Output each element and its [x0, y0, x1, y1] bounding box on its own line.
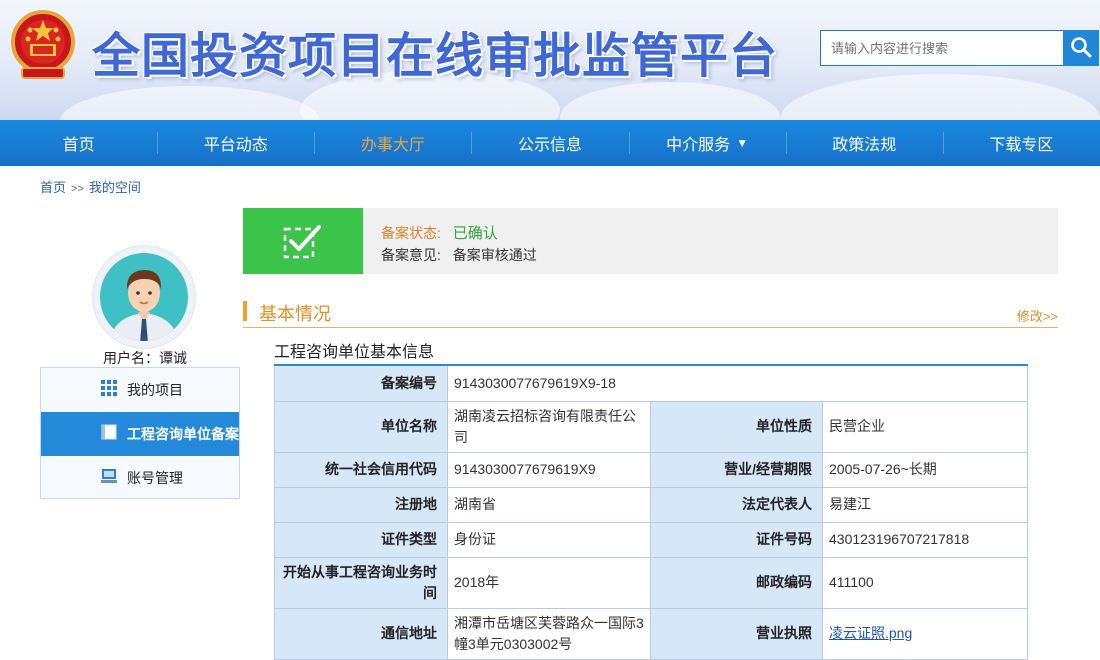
nav-label: 首页 — [62, 137, 95, 154]
document-icon — [101, 424, 117, 440]
sidebar-item-consulting-registration[interactable]: 工程咨询单位备案 — [41, 412, 239, 456]
table-value: 湘潭市岳塘区芙蓉路众一国际3幢3单元0303002号 — [447, 607, 651, 660]
side-menu: 我的项目 工程咨询单位备案 账号管理 — [40, 367, 240, 499]
status-state-value: 已确认 — [452, 225, 498, 242]
table-key: 证件类型 — [274, 521, 448, 558]
search-button[interactable] — [1063, 30, 1099, 66]
table-value: 430123196707217818 — [822, 521, 1028, 558]
table-value: 9143030077679619X9-18 — [447, 364, 1028, 402]
table-row: 统一社会信用代码 9143030077679619X9 营业/经营期限 2005… — [274, 451, 1028, 488]
breadcrumb-separator: >> — [71, 183, 84, 195]
nav-public-info[interactable]: 公示信息 — [471, 120, 628, 166]
status-opinion-line: 备案意见: 备案审核通过 — [381, 245, 537, 265]
nav-label: 下载专区 — [989, 137, 1054, 154]
business-license-file-link[interactable]: 凌云证照.png — [829, 625, 912, 641]
nav-home[interactable]: 首页 — [0, 120, 157, 166]
breadcrumb-current-link[interactable]: 我的空间 — [89, 180, 141, 195]
table-key: 法定代表人 — [650, 486, 823, 523]
status-state-line: 备案状态: 已确认 — [381, 222, 498, 243]
sidebar-item-label: 账号管理 — [127, 470, 183, 486]
table-key: 证件号码 — [650, 521, 823, 558]
table-value: 2005-07-26~长期 — [822, 451, 1028, 488]
site-title: 全国投资项目在线审批监管平台 — [92, 28, 779, 84]
table-key: 备案编号 — [274, 364, 448, 402]
table-row: 开始从事工程咨询业务时间 2018年 邮政编码 411100 — [274, 556, 1028, 609]
grid-icon — [101, 380, 117, 396]
nav-label: 办事大厅 — [360, 137, 425, 154]
caret-down-icon: ▼ — [736, 136, 749, 150]
computer-icon — [101, 468, 117, 484]
search-icon — [1070, 36, 1092, 61]
section-header: 基本情况 修改>> — [243, 298, 1058, 328]
table-row: 证件类型 身份证 证件号码 430123196707217818 — [274, 521, 1028, 558]
edit-link[interactable]: 修改>> — [1017, 306, 1058, 325]
table-value: 身份证 — [447, 521, 651, 558]
table-row: 备案编号 9143030077679619X9-18 — [274, 364, 1028, 402]
table-key: 开始从事工程咨询业务时间 — [274, 556, 448, 609]
search-input[interactable] — [820, 30, 1064, 66]
sidebar-item-account[interactable]: 账号管理 — [41, 456, 239, 500]
table-key: 通信地址 — [274, 607, 448, 660]
status-banner: 备案状态: 已确认 备案意见: 备案审核通过 — [243, 208, 1058, 274]
status-opinion-value: 备案审核通过 — [452, 247, 537, 263]
user-avatar-icon — [100, 253, 188, 341]
table-row: 通信地址 湘潭市岳塘区芙蓉路众一国际3幢3单元0303002号 营业执照 凌云证… — [274, 607, 1028, 660]
table-value: 易建江 — [822, 486, 1028, 523]
table-value: 411100 — [822, 556, 1028, 609]
table-key: 营业执照 — [650, 607, 823, 660]
nav-platform-news[interactable]: 平台动态 — [157, 120, 314, 166]
site-header: 全国投资项目在线审批监管平台 — [0, 0, 1100, 120]
nav-downloads[interactable]: 下载专区 — [942, 120, 1100, 166]
table-key: 营业/经营期限 — [650, 451, 823, 488]
status-state-label: 备案状态: — [381, 225, 441, 241]
nav-label: 政策法规 — [832, 137, 897, 154]
table-caption: 工程咨询单位基本信息 — [274, 344, 435, 361]
check-icon — [283, 225, 321, 259]
sidebar-item-label: 工程咨询单位备案 — [127, 426, 239, 442]
table-row: 单位名称 湖南凌云招标咨询有限责任公司 单位性质 民营企业 — [274, 400, 1028, 453]
info-table: 备案编号 9143030077679619X9-18 单位名称 湖南凌云招标咨询… — [274, 364, 1028, 660]
avatar — [93, 246, 195, 348]
table-value: 湖南凌云招标咨询有限责任公司 — [447, 400, 651, 453]
breadcrumb: 首页 >> 我的空间 — [40, 177, 141, 196]
table-value: 凌云证照.png — [822, 607, 1028, 660]
status-opinion-label: 备案意见: — [381, 247, 441, 263]
nav-policy[interactable]: 政策法规 — [785, 120, 943, 166]
table-key: 注册地 — [274, 486, 448, 523]
section-marker — [243, 301, 247, 321]
nav-label: 公示信息 — [517, 137, 582, 154]
table-key: 邮政编码 — [650, 556, 823, 609]
table-value: 9143030077679619X9 — [447, 451, 651, 488]
table-key: 单位名称 — [274, 400, 448, 453]
sidebar-item-label: 我的项目 — [127, 382, 183, 398]
table-key: 统一社会信用代码 — [274, 451, 448, 488]
nav-label: 中介服务 — [666, 137, 731, 154]
nav-service-hall[interactable]: 办事大厅 — [314, 120, 471, 166]
table-row: 注册地 湖南省 法定代表人 易建江 — [274, 486, 1028, 523]
table-key: 单位性质 — [650, 400, 823, 453]
table-value: 民营企业 — [822, 400, 1028, 453]
section-title: 基本情况 — [259, 304, 331, 324]
breadcrumb-home-link[interactable]: 首页 — [40, 180, 66, 195]
main-nav: 首页 平台动态 办事大厅 公示信息 中介服务 ▼ 政策法规 下载专区 — [0, 120, 1100, 166]
national-emblem-icon[interactable] — [8, 6, 78, 84]
sidebar-item-my-projects[interactable]: 我的项目 — [41, 368, 239, 412]
status-check — [243, 208, 363, 274]
nav-agency-service[interactable]: 中介服务 ▼ — [628, 120, 786, 166]
username-label: 用户名：谭诚 — [103, 350, 187, 366]
table-value: 2018年 — [447, 556, 651, 609]
nav-label: 平台动态 — [203, 137, 268, 154]
table-value: 湖南省 — [447, 486, 651, 523]
